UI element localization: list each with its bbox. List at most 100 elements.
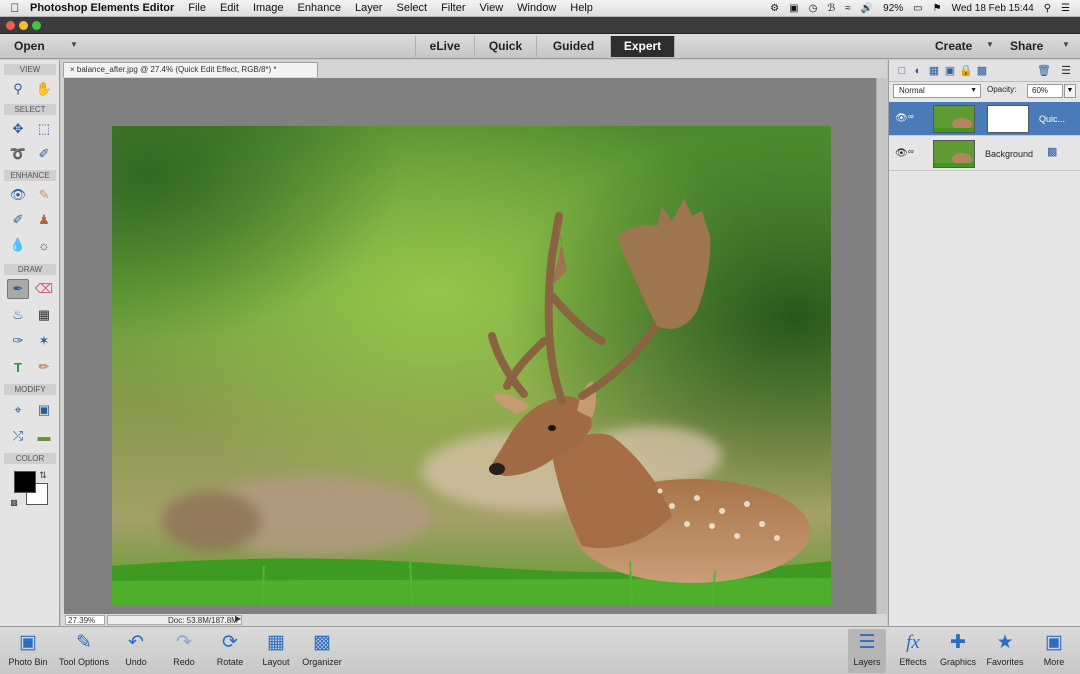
menu-filter[interactable]: Filter [441,2,465,14]
battery-icon[interactable]: ▭ [913,3,922,14]
tab-elive[interactable]: eLive [415,36,475,57]
red-eye-icon[interactable]: 👁 [7,185,29,205]
layer-style-icon[interactable]: ▩ [1047,145,1057,158]
layer-name[interactable]: Quic... [1039,114,1065,124]
add-mask-icon[interactable]: ▣ [943,64,957,78]
timemachine-icon[interactable]: ◷ [809,3,818,14]
menu-view[interactable]: View [480,2,504,14]
photo-bin-button[interactable]: ▣ Photo Bin [4,629,52,673]
menu-window[interactable]: Window [517,2,556,14]
layer-mask-thumbnail[interactable] [987,105,1029,133]
app-name-menu[interactable]: Photoshop Elements Editor [30,2,174,14]
spotlight-icon[interactable]: ⚲ [1044,3,1051,14]
layers-button[interactable]: ☰ Layers [848,629,886,673]
recompose-icon[interactable]: ▣ [33,400,55,420]
spot-healing-icon[interactable]: ✎ [33,185,55,205]
vertical-scrollbar[interactable] [876,78,887,614]
document-tab[interactable]: × balance_after.jpg @ 27.4% (Quick Edit … [63,62,318,77]
opacity-slider-toggle-icon[interactable]: ▼ [1064,84,1076,98]
lock-transparent-icon[interactable]: ▩ [975,64,989,78]
more-button[interactable]: ▣ More [1034,629,1074,673]
zoom-level-field[interactable]: 27.39% [65,615,105,625]
visibility-eye-icon[interactable]: 👁 [895,113,908,124]
undo-button[interactable]: ↶ Undo [118,629,154,673]
menu-layer[interactable]: Layer [355,2,383,14]
new-group-icon[interactable]: ▦ [927,64,941,78]
menu-enhance[interactable]: Enhance [298,2,341,14]
open-dropdown-icon[interactable]: ▼ [70,40,78,49]
paint-bucket-icon[interactable]: ♨ [7,305,29,325]
pencil-icon[interactable]: ✏ [33,357,55,377]
zoom-icon[interactable]: ⚲ [7,79,29,99]
foreground-color-swatch[interactable] [14,471,36,493]
gradient-icon[interactable]: ▦ [33,305,55,325]
photo-canvas[interactable] [112,126,831,605]
sponge-icon[interactable]: ☼ [33,235,55,255]
straighten-icon[interactable]: ▬ [33,426,55,446]
menu-help[interactable]: Help [570,2,593,14]
hand-icon[interactable]: ✋ [33,79,55,99]
visibility-eye-icon[interactable]: 👁 [895,148,908,159]
tab-expert[interactable]: Expert [611,36,675,57]
link-icon[interactable]: ∞ [908,112,914,121]
menu-select[interactable]: Select [396,2,427,14]
eyedropper-icon[interactable]: ✑ [7,331,29,351]
battery-percent[interactable]: 92% [883,3,903,14]
layer-name[interactable]: Background [985,149,1033,159]
clone-stamp-icon[interactable]: ♟ [33,210,55,230]
redo-button[interactable]: ↷ Redo [166,629,202,673]
custom-shape-icon[interactable]: ✶ [33,331,55,351]
layout-button[interactable]: ▦ Layout [256,629,296,673]
layer-row-quick-edit[interactable]: 👁 ∞ Quic... [889,102,1080,136]
smart-brush-icon[interactable]: ✐ [7,210,29,230]
apple-icon[interactable]:  [0,1,30,15]
blend-mode-select[interactable]: Normal ▼ [893,84,981,98]
menu-file[interactable]: File [188,2,206,14]
bluetooth-icon[interactable]: ℬ [827,3,835,14]
flag-icon[interactable]: ⚑ [933,3,942,14]
status-menu-arrow-icon[interactable]: ▶ [235,614,241,623]
tool-options-button[interactable]: ✎ Tool Options [54,629,114,673]
minimize-window-button[interactable] [19,21,28,30]
create-dropdown-icon[interactable]: ▼ [986,40,994,49]
opacity-field[interactable]: 60% [1027,84,1063,98]
swap-colors-icon[interactable]: ⇅ [36,468,50,482]
canvas-pasteboard[interactable] [64,78,876,614]
graphics-button[interactable]: ✚ Graphics [936,629,980,673]
layer-row-background[interactable]: 👁 ∞ Background ▩ [889,137,1080,171]
new-fill-layer-icon[interactable]: ◐ [911,64,925,78]
rotate-button[interactable]: ⟳ Rotate [210,629,250,673]
effects-button[interactable]: fx Effects [894,629,932,673]
panel-menu-icon[interactable]: ☰ [1059,64,1073,78]
close-tab-icon[interactable]: × [70,65,75,74]
type-icon[interactable]: T [7,357,29,377]
blur-icon[interactable]: 💧 [7,235,29,255]
tab-quick[interactable]: Quick [475,36,537,57]
organizer-button[interactable]: ▩ Organizer [298,629,346,673]
new-layer-icon[interactable]: □ [895,64,909,78]
favorites-button[interactable]: ★ Favorites [982,629,1028,673]
share-button[interactable]: Share [1010,39,1043,53]
share-dropdown-icon[interactable]: ▼ [1062,40,1070,49]
display-icon[interactable]: ▣ [789,3,798,14]
move-icon[interactable]: ✥ [7,119,29,139]
crop-icon[interactable]: ⌖ [7,400,29,420]
default-colors-icon[interactable]: ▩ [8,496,20,508]
tab-guided[interactable]: Guided [537,36,611,57]
marquee-icon[interactable]: ⬚ [33,119,55,139]
lock-all-icon[interactable]: 🔒 [959,64,973,78]
eraser-icon[interactable]: ⌫ [33,279,55,299]
open-button[interactable]: Open [14,39,45,53]
notification-center-icon[interactable]: ☰ [1061,3,1070,14]
content-aware-move-icon[interactable]: ⤮ [7,426,29,446]
brush-icon[interactable]: ✒ [7,279,29,299]
lasso-icon[interactable]: ➰ [7,144,29,164]
create-button[interactable]: Create [935,39,972,53]
quick-selection-icon[interactable]: ✐ [33,144,55,164]
menu-image[interactable]: Image [253,2,284,14]
delete-layer-icon[interactable]: 🗑 [1037,64,1051,78]
close-window-button[interactable] [6,21,15,30]
wifi-icon[interactable]: ≈ [845,3,851,14]
menu-edit[interactable]: Edit [220,2,239,14]
sync-icon[interactable]: ⚙ [770,3,779,14]
